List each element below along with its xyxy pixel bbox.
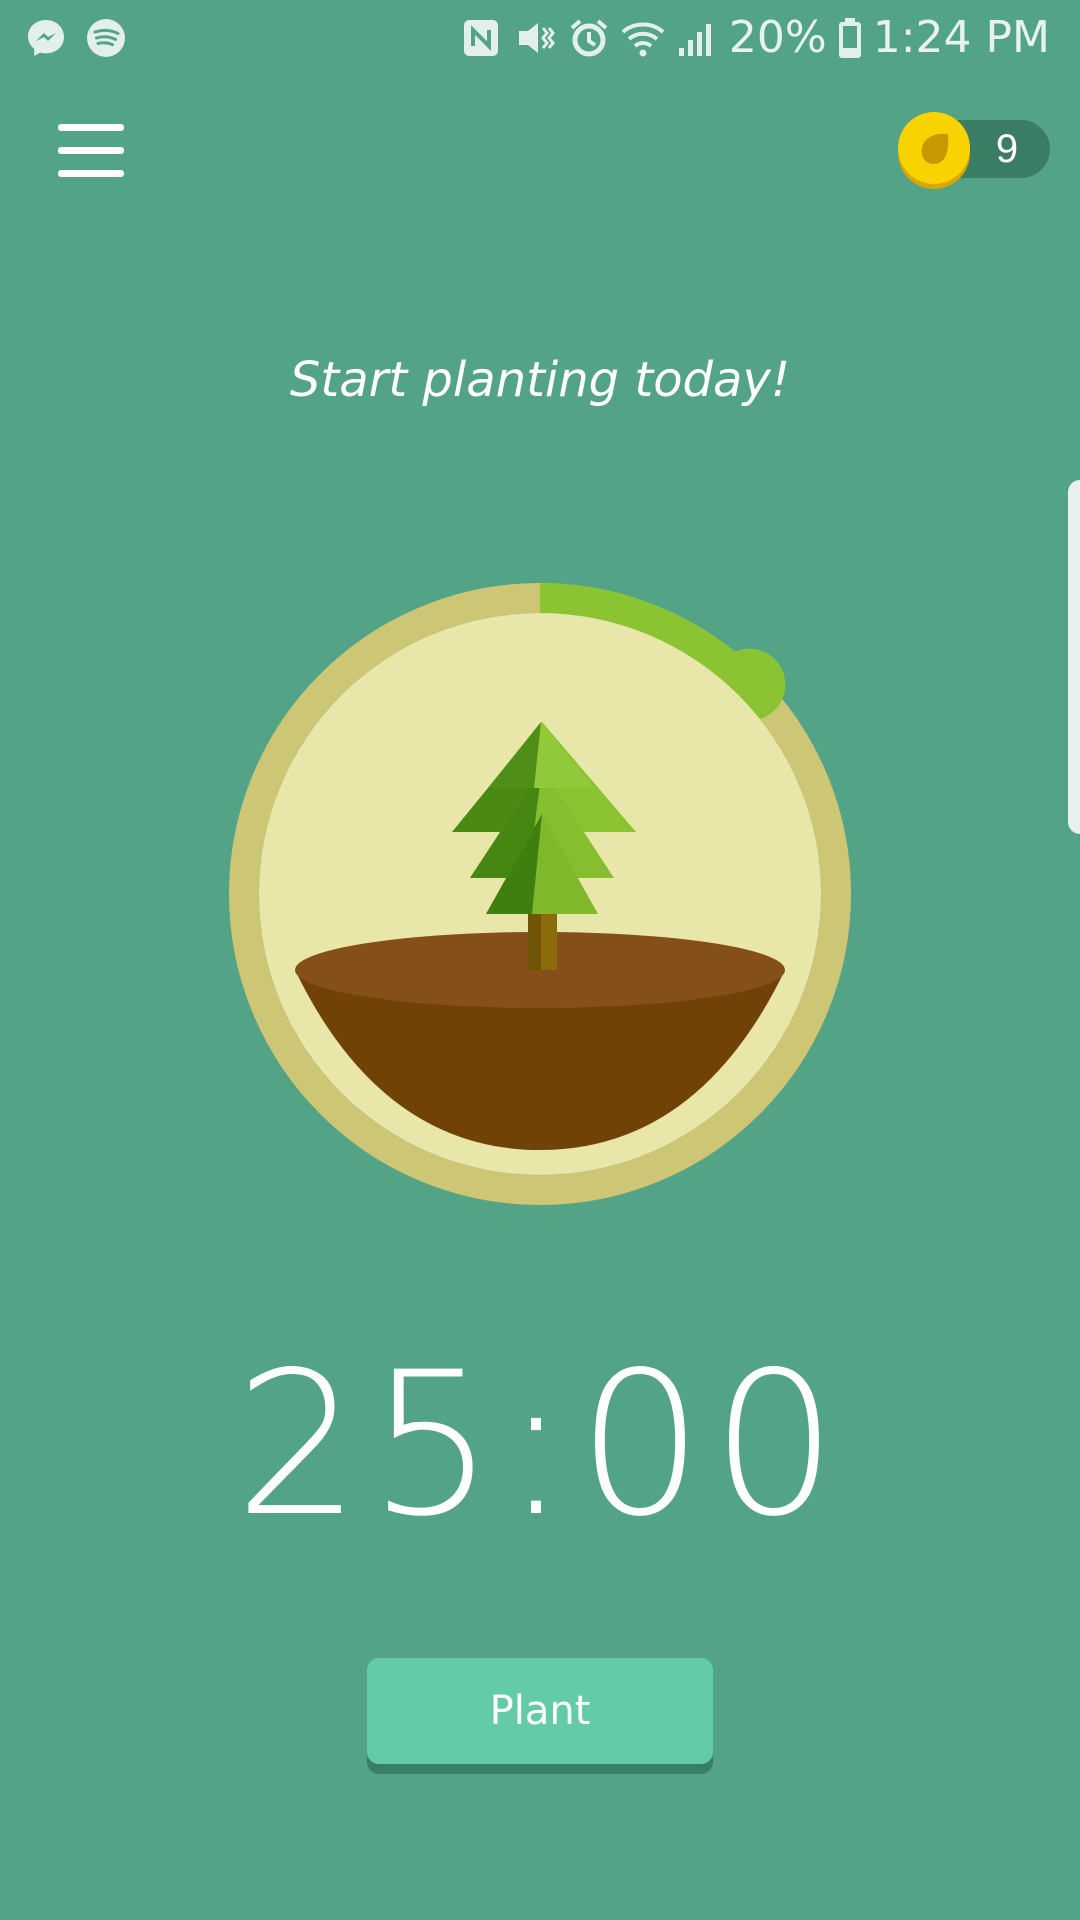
battery-percent: 20% bbox=[728, 12, 827, 63]
coin-count: 9 bbox=[995, 127, 1019, 171]
menu-button[interactable] bbox=[58, 124, 128, 178]
plant-timer-ring[interactable] bbox=[228, 582, 852, 1206]
signal-icon bbox=[678, 24, 711, 56]
messenger-icon bbox=[28, 20, 64, 56]
alarm-icon bbox=[570, 19, 608, 57]
spotify-icon bbox=[87, 19, 125, 57]
status-bar: 20% 1:24 PM bbox=[0, 0, 1080, 76]
plant-button[interactable]: Plant bbox=[367, 1658, 713, 1764]
wifi-icon bbox=[621, 22, 665, 57]
battery-icon bbox=[838, 18, 861, 58]
edge-panel-handle[interactable] bbox=[1068, 480, 1080, 834]
vibrate-icon bbox=[518, 23, 555, 53]
timer-display: 25:00 bbox=[234, 1329, 846, 1560]
status-time: 1:24 PM bbox=[872, 12, 1050, 63]
tagline: Start planting today! bbox=[289, 352, 791, 408]
seed-coin-icon bbox=[898, 112, 970, 184]
nfc-icon bbox=[463, 20, 498, 56]
